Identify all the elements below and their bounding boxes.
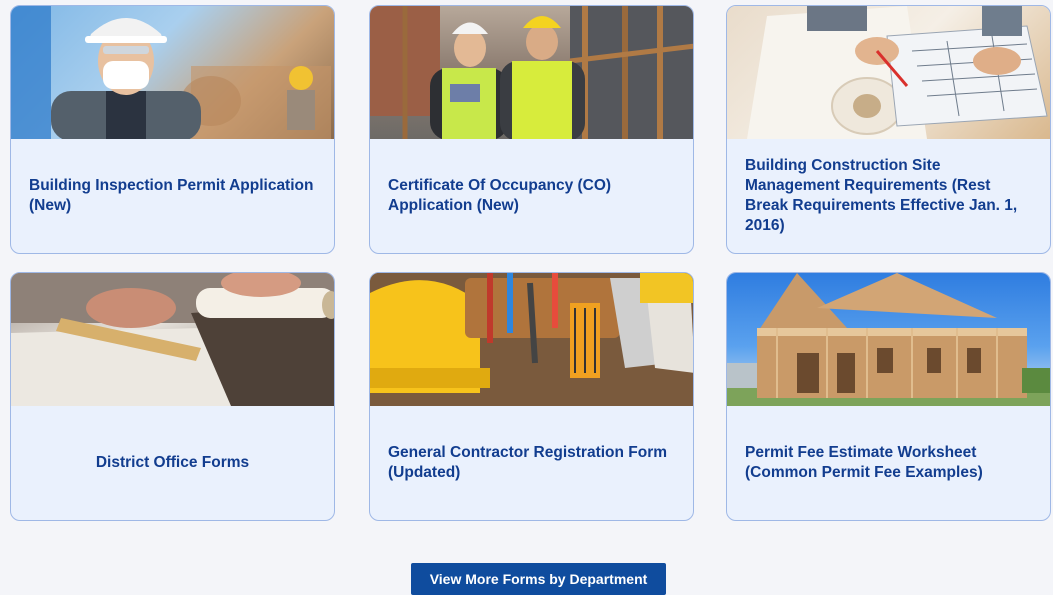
card-certificate-of-occupancy[interactable]: Certificate Of Occupancy (CO) Applicatio… bbox=[369, 5, 694, 254]
worker-with-mask-photo bbox=[11, 6, 334, 139]
card-general-contractor-registration[interactable]: General Contractor Registration Form (Up… bbox=[369, 272, 694, 521]
card-label: General Contractor Registration Form (Up… bbox=[370, 406, 693, 520]
inspectors-on-site-photo bbox=[370, 6, 693, 139]
card-site-management-requirements[interactable]: Building Construction Site Management Re… bbox=[726, 5, 1051, 254]
card-title[interactable]: Building Construction Site Management Re… bbox=[745, 156, 1032, 236]
card-title[interactable]: Permit Fee Estimate Worksheet (Common Pe… bbox=[745, 443, 1032, 483]
card-district-office-forms[interactable]: District Office Forms bbox=[10, 272, 335, 521]
card-label: Certificate Of Occupancy (CO) Applicatio… bbox=[370, 139, 693, 253]
card-building-inspection-permit[interactable]: Building Inspection Permit Application (… bbox=[10, 5, 335, 254]
card-title[interactable]: District Office Forms bbox=[96, 453, 249, 473]
house-framing-photo bbox=[727, 273, 1050, 406]
card-title[interactable]: Building Inspection Permit Application (… bbox=[29, 176, 316, 216]
tools-and-hardhat-photo bbox=[370, 273, 693, 406]
drafting-desk-photo bbox=[11, 273, 334, 406]
view-more-forms-button[interactable]: View More Forms by Department bbox=[411, 563, 666, 595]
card-title[interactable]: General Contractor Registration Form (Up… bbox=[388, 443, 675, 483]
card-label: Building Construction Site Management Re… bbox=[727, 139, 1050, 253]
card-label: Building Inspection Permit Application (… bbox=[11, 139, 334, 253]
card-label: Permit Fee Estimate Worksheet (Common Pe… bbox=[727, 406, 1050, 520]
blueprints-photo bbox=[727, 6, 1050, 139]
card-label: District Office Forms bbox=[11, 406, 334, 520]
card-title[interactable]: Certificate Of Occupancy (CO) Applicatio… bbox=[388, 176, 675, 216]
card-permit-fee-estimate[interactable]: Permit Fee Estimate Worksheet (Common Pe… bbox=[726, 272, 1051, 521]
